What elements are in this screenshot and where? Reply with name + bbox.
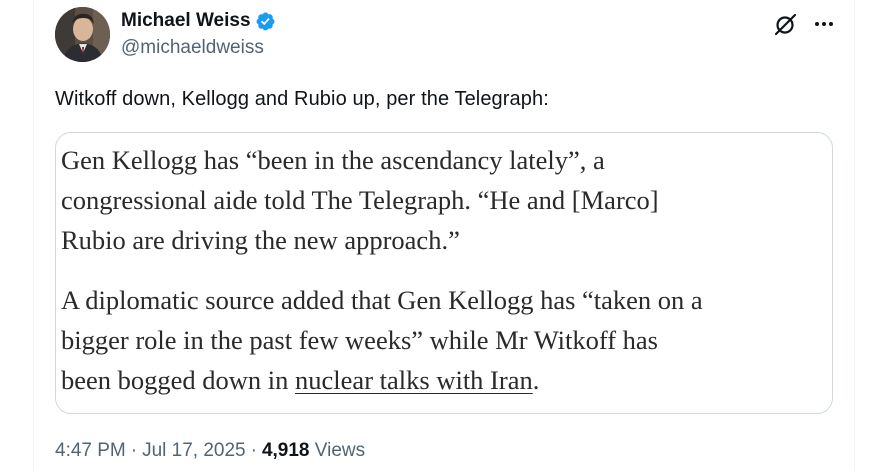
- meta-separator: ·: [250, 440, 257, 461]
- author-handle[interactable]: @michaeldweiss: [121, 37, 276, 59]
- quote-line: Rubio are driving the new approach.”: [61, 225, 460, 255]
- avatar[interactable]: [55, 7, 110, 62]
- author-block: Michael Weiss @michaeldweiss: [121, 10, 276, 59]
- meta-separator: ·: [130, 440, 138, 461]
- quote-paragraph-2: A diplomatic source added that Gen Kello…: [61, 280, 831, 400]
- quote-paragraph-1: Gen Kellogg has “been in the ascendancy …: [61, 140, 831, 260]
- author-display-name[interactable]: Michael Weiss: [121, 10, 251, 32]
- verified-badge-icon: [255, 11, 276, 32]
- quoted-article-image[interactable]: Gen Kellogg has “been in the ascendancy …: [55, 132, 833, 414]
- grok-icon[interactable]: [773, 11, 799, 42]
- quote-line: congressional aide told The Telegraph. “…: [61, 185, 659, 215]
- views-label: Views: [314, 440, 366, 461]
- tweet-header: Michael Weiss @michaeldweiss: [55, 7, 835, 63]
- tweet-time[interactable]: 4:47 PM: [55, 440, 126, 461]
- tweet-meta: 4:47 PM · Jul 17, 2025 · 4,918 Views: [55, 440, 365, 462]
- tweet-date[interactable]: Jul 17, 2025: [142, 440, 246, 461]
- quote-line: bigger role in the past few weeks” while…: [61, 325, 658, 355]
- article-link-text: nuclear talks with Iran: [295, 365, 533, 395]
- name-row: Michael Weiss: [121, 10, 276, 32]
- header-actions: [773, 11, 835, 42]
- quote-line-end: .: [532, 365, 540, 395]
- views-count: 4,918: [261, 440, 310, 461]
- quote-line: A diplomatic source added that Gen Kello…: [61, 285, 703, 315]
- tweet-text: Witkoff down, Kellogg and Rubio up, per …: [55, 88, 549, 110]
- quote-line: Gen Kellogg has “been in the ascendancy …: [61, 145, 605, 175]
- quote-line: been bogged down in: [61, 365, 296, 395]
- more-icon[interactable]: [813, 13, 835, 40]
